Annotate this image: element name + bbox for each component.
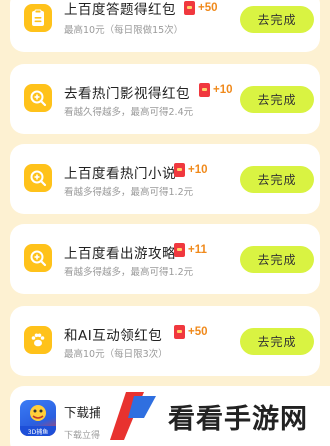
app-logo-badge: 3D捕鱼 bbox=[20, 426, 56, 436]
reward-amount: +50 bbox=[198, 2, 218, 14]
reward-badge: +10 bbox=[174, 162, 208, 178]
task-subtitle: 看越久得越多，最高可得2.4元 bbox=[64, 107, 194, 118]
red-packet-icon bbox=[199, 83, 210, 97]
task-subtitle: 看越多得越多，最高可得1.2元 bbox=[64, 267, 194, 278]
task-title: 去看热门影视得红包 bbox=[64, 86, 190, 102]
task-card-answer-quiz: 上百度答题得红包 +50 最高10元（每日限做15次） 去完成 bbox=[10, 0, 320, 52]
complete-button[interactable]: 去完成 bbox=[240, 6, 314, 33]
complete-button[interactable]: 去完成 bbox=[240, 246, 314, 273]
red-packet-icon bbox=[174, 163, 185, 177]
search-plus-icon bbox=[24, 84, 52, 112]
paw-icon bbox=[24, 326, 52, 354]
clipboard-icon bbox=[24, 4, 52, 32]
watermark-text: 看看手游网 bbox=[168, 403, 308, 435]
red-packet-icon bbox=[174, 243, 185, 257]
complete-button[interactable]: 去完成 bbox=[240, 86, 314, 113]
reward-badge: +50 bbox=[174, 324, 208, 340]
task-subtitle: 最高10元（每日限做15次） bbox=[64, 25, 184, 36]
reward-amount: +10 bbox=[213, 84, 233, 96]
red-packet-icon bbox=[174, 325, 185, 339]
reward-amount: +10 bbox=[188, 164, 208, 176]
task-card-read-novel: 上百度看热门小说 +10 看越多得越多，最高可得1.2元 去完成 bbox=[10, 144, 320, 214]
task-subtitle: 下载立得 bbox=[64, 431, 101, 441]
watermark-logo-icon bbox=[110, 392, 156, 440]
task-card-travel-guide: 上百度看出游攻略 +11 看越多得越多，最高可得1.2元 去完成 bbox=[10, 224, 320, 294]
task-title: 下载捕 bbox=[64, 405, 102, 420]
site-watermark: 看看手游网 bbox=[100, 386, 330, 446]
complete-button[interactable]: 去完成 bbox=[240, 166, 314, 193]
reward-badge: +11 bbox=[174, 242, 207, 258]
reward-amount: +50 bbox=[188, 326, 208, 338]
task-list: 上百度答题得红包 +50 最高10元（每日限做15次） 去完成 去看热门影视得红… bbox=[0, 0, 330, 446]
reward-badge: +50 bbox=[184, 0, 218, 16]
task-subtitle: 看越多得越多，最高可得1.2元 bbox=[64, 187, 194, 198]
task-card-watch-video: 去看热门影视得红包 +10 看越久得越多，最高可得2.4元 去完成 bbox=[10, 64, 320, 134]
complete-button[interactable]: 去完成 bbox=[240, 328, 314, 355]
game-app-logo: 3D捕鱼 bbox=[20, 400, 56, 436]
task-title: 上百度答题得红包 bbox=[64, 2, 176, 18]
task-subtitle: 最高10元（每日限3次） bbox=[64, 349, 168, 360]
search-plus-icon bbox=[24, 164, 52, 192]
reward-badge: +10 bbox=[199, 82, 233, 98]
task-title: 和AI互动领红包 bbox=[64, 328, 163, 344]
task-title: 上百度看热门小说 bbox=[64, 166, 176, 182]
reward-amount: +11 bbox=[188, 244, 207, 256]
red-packet-icon bbox=[184, 1, 195, 15]
search-plus-icon bbox=[24, 244, 52, 272]
task-card-ai-chat: 和AI互动领红包 +50 最高10元（每日限3次） 去完成 bbox=[10, 306, 320, 376]
task-title: 上百度看出游攻略 bbox=[64, 246, 176, 262]
